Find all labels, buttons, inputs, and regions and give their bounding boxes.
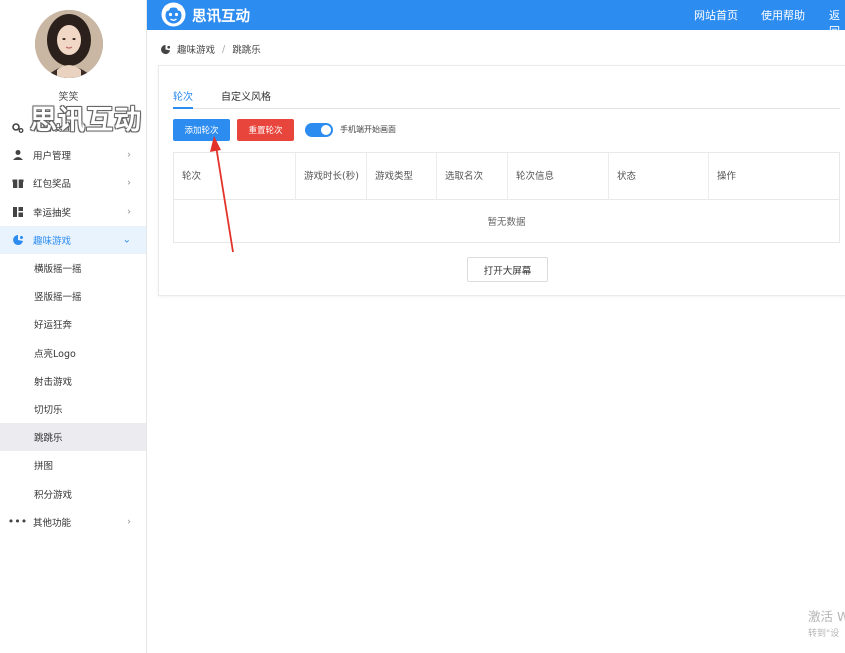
submenu-item[interactable]: 拼图 — [0, 451, 146, 479]
nav-home-link[interactable]: 网站首页 — [694, 7, 738, 23]
game-icon — [11, 233, 24, 246]
empty-state: 暂无数据 — [487, 217, 526, 228]
submenu-item[interactable]: 切切乐 — [0, 395, 146, 423]
lottery-icon — [11, 205, 24, 218]
tab-rounds[interactable]: 轮次 — [173, 88, 193, 109]
sidebar-item-users[interactable]: 用户管理 › — [0, 141, 146, 169]
sidebar-menu: 活动设置 › 用户管理 › 红包奖品 › 幸运抽奖 › 趣味游戏 ⌄ 横版摇一摇… — [0, 113, 146, 536]
submenu-item[interactable]: 竖版摇一摇 — [0, 282, 146, 310]
avatar[interactable] — [35, 10, 103, 78]
top-bar: 思讯互动 网站首页 使用帮助 返回 — [147, 0, 845, 38]
tab-custom-style[interactable]: 自定义风格 — [221, 88, 271, 109]
submenu-item[interactable]: 点亮Logo — [0, 339, 146, 367]
user-icon — [11, 149, 24, 162]
os-activation-subtext: 转到"设 — [808, 629, 840, 639]
sidebar-item-lottery[interactable]: 幸运抽奖 › — [0, 198, 146, 226]
sidebar-item-other[interactable]: ••• 其他功能 › — [0, 508, 146, 536]
sidebar-item-label: 其他功能 — [33, 517, 72, 529]
gears-icon — [11, 121, 24, 134]
column-header: 游戏时长(秒) — [296, 153, 367, 200]
nav-back-link[interactable]: 返回 — [829, 7, 845, 39]
submenu-item[interactable]: 积分游戏 — [0, 479, 146, 507]
sidebar-item-label: 红包奖品 — [33, 179, 72, 191]
submenu-item[interactable]: 横版摇一摇 — [0, 254, 146, 282]
watermark-text: 思讯互动 — [30, 105, 142, 136]
chevron-right-icon: › — [127, 149, 131, 161]
chevron-right-icon: › — [127, 516, 131, 528]
brand-title: 思讯互动 — [192, 9, 250, 25]
game-icon — [161, 44, 171, 54]
chevron-right-icon: › — [127, 177, 131, 189]
submenu-item-selected[interactable]: 跳跳乐 — [0, 423, 146, 452]
column-header: 轮次 — [174, 153, 296, 200]
games-submenu: 横版摇一摇 竖版摇一摇 好运狂奔 点亮Logo 射击游戏 切切乐 跳跳乐 拼图 … — [0, 254, 146, 508]
toggle-label: 手机端开始画面 — [340, 125, 396, 134]
logo-icon — [161, 2, 186, 27]
add-round-button[interactable]: 添加轮次 — [173, 119, 230, 141]
content-card: 轮次 自定义风格 添加轮次 重置轮次 手机端开始画面 轮次 游戏时长(秒) 游戏… — [158, 65, 845, 296]
reset-round-button[interactable]: 重置轮次 — [237, 119, 294, 141]
column-header: 选取名次 — [437, 153, 508, 200]
more-icon: ••• — [7, 515, 28, 529]
tab-bar: 轮次 自定义风格 — [173, 88, 840, 109]
table-header: 轮次 游戏时长(秒) 游戏类型 选取名次 轮次信息 状态 操作 — [174, 153, 839, 200]
sidebar-item-gifts[interactable]: 红包奖品 › — [0, 169, 146, 197]
breadcrumb-parent[interactable]: 趣味游戏 — [177, 42, 215, 56]
mobile-start-screen-toggle[interactable] — [305, 123, 333, 137]
nav-help-link[interactable]: 使用帮助 — [761, 7, 805, 23]
breadcrumb: 趣味游戏 / 跳跳乐 — [160, 42, 261, 56]
sidebar-item-label: 用户管理 — [33, 151, 72, 163]
column-header: 操作 — [717, 171, 737, 182]
gift-icon — [11, 177, 24, 190]
column-header: 轮次信息 — [508, 153, 609, 200]
sidebar-item-label: 趣味游戏 — [33, 235, 72, 247]
submenu-item[interactable]: 好运狂奔 — [0, 310, 146, 338]
breadcrumb-separator: / — [222, 43, 226, 55]
sidebar-item-label: 幸运抽奖 — [33, 207, 72, 219]
chevron-right-icon: › — [127, 206, 131, 218]
open-big-screen-button[interactable]: 打开大屏幕 — [467, 257, 548, 282]
sidebar-item-games[interactable]: 趣味游戏 ⌄ — [0, 225, 146, 254]
chevron-down-icon: ⌄ — [122, 234, 131, 246]
rounds-table: 轮次 游戏时长(秒) 游戏类型 选取名次 轮次信息 状态 操作 暂无数据 — [173, 152, 840, 243]
os-activation-notice: 激活 W — [808, 609, 845, 624]
submenu-item[interactable]: 射击游戏 — [0, 367, 146, 395]
toggle-knob — [321, 125, 331, 135]
breadcrumb-current: 跳跳乐 — [232, 45, 261, 56]
column-header: 状态 — [609, 153, 709, 200]
column-header: 游戏类型 — [367, 153, 437, 200]
